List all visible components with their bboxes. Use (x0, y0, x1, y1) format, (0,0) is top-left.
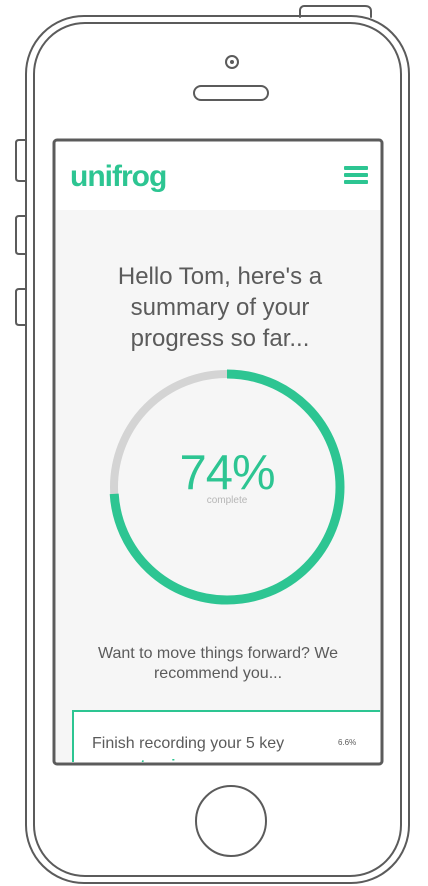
summary-greeting: Hello Tom, here's a summary of your prog… (94, 261, 346, 354)
app-header: unifrog (56, 142, 380, 210)
progress-percentage: 74% (179, 446, 275, 500)
home-button[interactable] (195, 785, 267, 857)
app-screen: unifrog Hello Tom, here's a summary of y… (56, 142, 380, 762)
recommended-task-card[interactable]: Finish recording your 5 key 6.6% compete… (72, 710, 380, 762)
hamburger-menu-icon[interactable] (344, 165, 368, 185)
progress-complete-label: complete (206, 495, 248, 506)
recommendation-text: Want to move things forward? We recommen… (76, 644, 360, 684)
competencies-link[interactable]: competencies (92, 757, 192, 762)
menu-line-bottom (344, 180, 368, 184)
greeting-line-3: progress so far... (130, 325, 310, 352)
menu-line-top (344, 166, 368, 170)
recommendation-line-2: recommend you... (153, 665, 283, 682)
task-progress-percent: 6.6% (338, 738, 357, 747)
menu-line-middle (344, 173, 368, 177)
front-camera-icon (225, 55, 239, 69)
recommendation-line-1: Want to move things forward? We (97, 645, 339, 662)
greeting-line-2: summary of your (130, 294, 310, 321)
progress-ring: 74% complete (107, 367, 347, 607)
greeting-line-1: Hello Tom, here's a (117, 263, 323, 290)
task-description: Finish recording your 5 key (92, 735, 285, 752)
unifrog-logo: unifrog (70, 160, 167, 193)
mobile-app-screenshot: unifrog Hello Tom, here's a summary of y… (0, 0, 428, 886)
